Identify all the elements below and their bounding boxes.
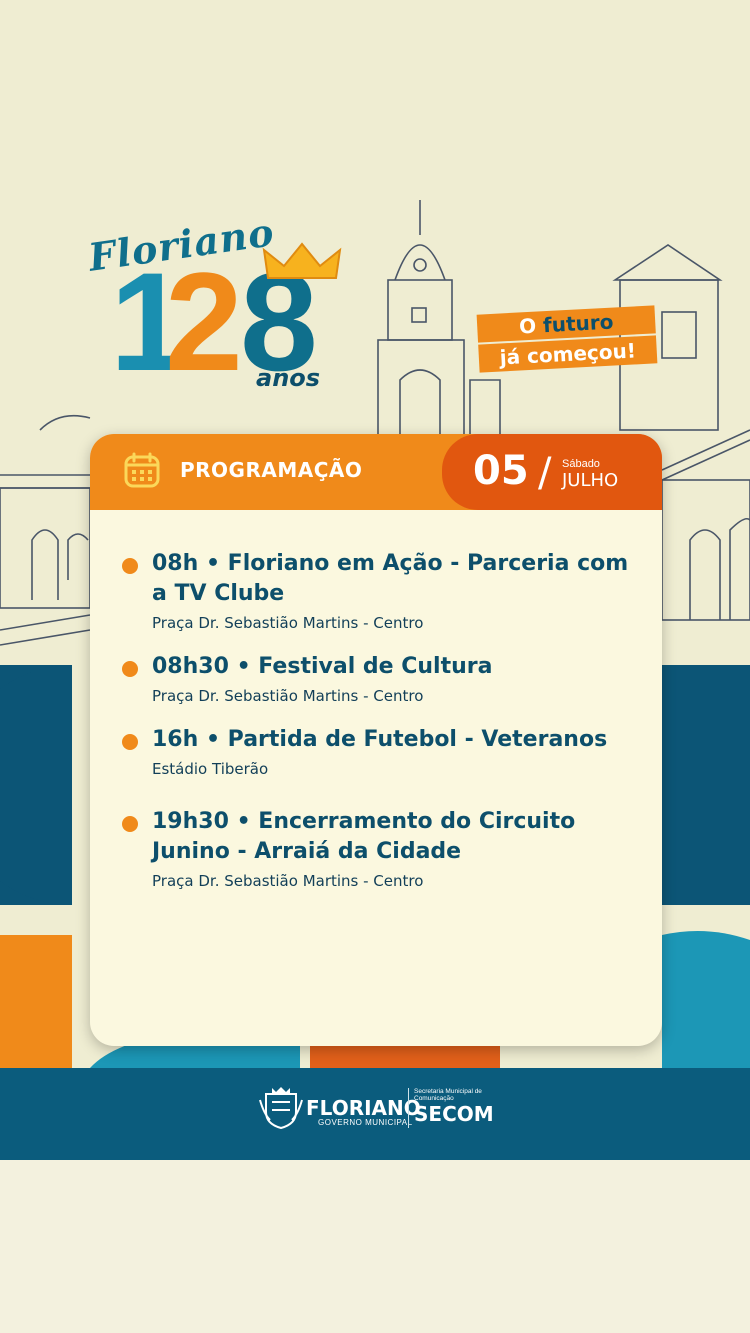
date-month: JULHO bbox=[562, 470, 619, 491]
right-teal-block bbox=[662, 931, 750, 1068]
event-name: Festival de Cultura bbox=[258, 654, 493, 679]
event-separator: • bbox=[198, 727, 228, 752]
bottom-cream bbox=[0, 1160, 750, 1333]
footer-floriano: FLORIANO bbox=[306, 1096, 421, 1120]
footer-governo: GOVERNO MUNICIPAL bbox=[318, 1118, 413, 1127]
coat-of-arms-icon bbox=[259, 1087, 303, 1130]
event-title: 19h30 • Encerramento do Circuito Junino … bbox=[152, 807, 632, 867]
event-title: 08h • Floriano em Ação - Parceria com a … bbox=[152, 549, 632, 609]
event-title: 16h • Partida de Futebol - Veteranos bbox=[152, 725, 632, 755]
event-title: 08h30 • Festival de Cultura bbox=[152, 652, 632, 682]
event-bullet bbox=[122, 661, 138, 677]
event-place: Praça Dr. Sebastião Martins - Centro bbox=[152, 872, 424, 890]
header-label: PROGRAMAÇÃO bbox=[180, 458, 363, 482]
slogan-prefix: O bbox=[518, 313, 544, 339]
logo-digit-2: 2 bbox=[165, 243, 243, 400]
event-time: 19h30 bbox=[152, 809, 229, 834]
event-time: 08h bbox=[152, 551, 199, 576]
footer-logos: FLORIANO GOVERNO MUNICIPAL Secretaria Mu… bbox=[250, 1080, 510, 1136]
event-bullet bbox=[122, 734, 138, 750]
footer-secom: SECOM bbox=[414, 1102, 494, 1126]
right-navy-block bbox=[662, 665, 750, 905]
programming-card: PROGRAMAÇÃO 05 / Sábado JULHO 08h • Flor… bbox=[90, 434, 662, 1046]
date-day: 05 bbox=[473, 448, 529, 494]
event-bullet bbox=[122, 816, 138, 832]
calendar-icon bbox=[124, 452, 160, 488]
event-name: Partida de Futebol - Veteranos bbox=[227, 727, 608, 752]
event-time: 16h bbox=[152, 727, 199, 752]
event-separator: • bbox=[228, 809, 259, 834]
left-orange-block bbox=[0, 935, 72, 1070]
footer-secretaria: Secretaria Municipal de Comunicação bbox=[414, 1088, 482, 1102]
event-time: 08h30 bbox=[152, 654, 229, 679]
event-bullet bbox=[122, 558, 138, 574]
event-separator: • bbox=[228, 654, 259, 679]
footer-divider bbox=[408, 1088, 409, 1128]
slogan-bold: futuro bbox=[542, 309, 614, 338]
house-lineart bbox=[0, 414, 91, 646]
date-slash: / bbox=[538, 450, 552, 496]
date-weekday: Sábado bbox=[562, 458, 600, 470]
event-place: Estádio Tiberão bbox=[152, 760, 269, 778]
event-place: Praça Dr. Sebastião Martins - Centro bbox=[152, 614, 424, 632]
crown-icon bbox=[262, 242, 342, 279]
logo-anos: anos bbox=[256, 364, 321, 392]
event-place: Praça Dr. Sebastião Martins - Centro bbox=[152, 687, 424, 705]
event-separator: • bbox=[198, 551, 228, 576]
slogan: O futuro já começou! bbox=[476, 303, 658, 374]
